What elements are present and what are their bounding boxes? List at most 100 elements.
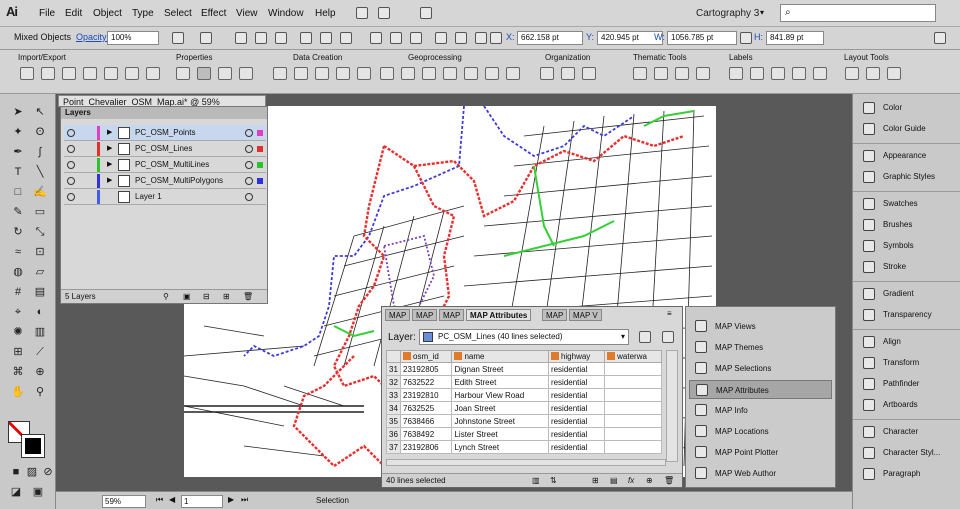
link-proportions-icon[interactable] [740,32,752,44]
align-left-icon[interactable] [235,32,247,44]
georeg-icon[interactable] [239,67,253,80]
visibility-eye-icon[interactable] [67,161,75,169]
menu-type[interactable]: Type [132,8,154,19]
align-middle-icon[interactable] [320,32,332,44]
chevron-down-icon[interactable]: ▾ [760,8,764,17]
rotate-tool-icon[interactable]: ↻ [10,224,26,240]
map-panel-item[interactable]: MAP Selections [689,359,832,378]
map-panel-item[interactable]: MAP Attributes [689,380,832,399]
delete-column-icon[interactable]: 🗑 [664,474,674,488]
panel-launcher[interactable]: Paragraph [857,466,957,482]
panel-launcher[interactable]: Transparency [857,307,957,323]
map-selection-icon[interactable]: ⌘ [10,364,26,380]
new-column-icon[interactable]: ⊕ [646,474,653,488]
panel-launcher[interactable]: Brushes [857,217,957,233]
type-tool-icon[interactable]: T [10,164,26,180]
layer-row[interactable]: ▶ PC_OSM_Points [64,125,266,141]
distribute-top-icon[interactable] [370,32,382,44]
gpu-performance-icon[interactable] [420,7,432,19]
organize-layers-icon[interactable] [561,67,575,80]
scale-tool-icon[interactable]: ⤡ [32,224,48,240]
network-icon[interactable] [506,67,520,80]
pdf-export-icon[interactable] [104,67,118,80]
buffer-icon[interactable] [315,67,329,80]
mesh-tool-icon[interactable]: # [10,284,26,300]
label-text-icon[interactable] [813,67,827,80]
visibility-eye-icon[interactable] [67,177,75,185]
column-header-highway[interactable]: highway [547,350,606,363]
map-layout-icon[interactable] [845,67,859,80]
rectangle-tool-icon[interactable]: □ [10,184,26,200]
align-center-icon[interactable] [255,32,267,44]
simplify-icon[interactable] [401,67,415,80]
symbol-icon[interactable] [696,67,710,80]
panel-menu-icon[interactable]: ≡ [667,309,672,318]
map-properties-icon[interactable] [176,67,190,80]
selection-square[interactable] [257,162,263,168]
slice-tool-icon[interactable]: ⟋ [32,344,48,360]
screen-mode-icon[interactable]: ▣ [30,484,46,500]
new-layer-icon[interactable]: ⊞ [223,290,230,304]
point-plotter-icon[interactable] [273,67,287,80]
export-icon[interactable] [41,67,55,80]
table-row[interactable]: 37 23192806 Lynch Street residential [386,440,662,454]
help-search-input[interactable]: ⌕ [780,4,936,22]
bridge-icon[interactable] [356,7,368,19]
last-artboard-icon[interactable]: ⏭ [241,495,248,505]
panel-launcher[interactable]: Character [857,424,957,440]
path-label-icon[interactable] [771,67,785,80]
split-icon[interactable] [443,67,457,80]
table-row[interactable]: 34 7632525 Joan Street residential [386,401,662,415]
table-scrollbar[interactable] [666,350,678,462]
tab-map-attributes[interactable]: MAP Attributes [466,309,532,321]
brush-tool-icon[interactable]: ✍ [32,184,48,200]
stroke-swatch[interactable] [21,434,45,458]
expand-arrow-icon[interactable]: ▶ [107,125,112,141]
web-export-icon[interactable] [62,67,76,80]
tab-map-3[interactable]: MAP [439,309,465,321]
align-right-icon[interactable] [275,32,287,44]
selection-square[interactable] [257,130,263,136]
gradient-tool-icon[interactable]: ▤ [32,284,48,300]
distribute-bottom-icon[interactable] [410,32,422,44]
warp-tool-icon[interactable]: ≈ [10,244,26,260]
panel-launcher[interactable]: Color Guide [857,121,957,137]
pen-tool-icon[interactable]: ✒ [10,144,26,160]
tag-icon[interactable] [750,67,764,80]
target-circle-icon[interactable] [245,145,253,153]
table-row[interactable]: 31 23192805 Dignan Street residential [386,362,662,376]
table-row[interactable]: 32 7632522 Edith Street residential [386,375,662,389]
map-panel-item[interactable]: MAP Locations [689,422,832,441]
eraser-tool-icon[interactable]: ▭ [32,204,48,220]
distribute-right-icon[interactable] [475,32,487,44]
zoom-level-field[interactable]: 59% [102,495,146,508]
table-settings-icon[interactable]: ⊞ [592,474,599,488]
zoom-tool-icon[interactable]: ⚲ [32,384,48,400]
distribute-middle-icon[interactable] [390,32,402,44]
north-arrow-icon[interactable] [887,67,901,80]
grid-icon[interactable] [294,67,308,80]
map-tag-icon[interactable]: ⊕ [32,364,48,380]
georeference-icon[interactable] [83,67,97,80]
join-icon[interactable] [380,67,394,80]
menu-edit[interactable]: Edit [65,8,82,19]
text-icon[interactable] [633,67,647,80]
zoom-to-selection-icon[interactable] [639,331,651,343]
panel-launcher[interactable]: Color [857,100,957,116]
legend-icon[interactable] [675,67,689,80]
pencil-tool-icon[interactable]: ✎ [10,204,26,220]
align-to-icon[interactable] [490,32,502,44]
color-mode-icon[interactable]: ■ [8,464,24,480]
artboard-number-field[interactable]: 1 [181,495,223,508]
magic-wand-icon[interactable]: ✦ [10,124,26,140]
menu-effect[interactable]: Effect [201,8,226,19]
crop-icon[interactable] [485,67,499,80]
shape-builder-icon[interactable]: ◍ [10,264,26,280]
column-header-name[interactable]: name [451,350,549,363]
hand-tool-icon[interactable]: ✋ [10,384,26,400]
selection-square[interactable] [257,178,263,184]
new-sublayer-icon[interactable]: ⊟ [203,290,210,304]
panel-launcher[interactable]: Appearance [857,148,957,164]
expand-arrow-icon[interactable]: ▶ [107,141,112,157]
column-header-osm-id[interactable]: osm_id [399,350,453,363]
